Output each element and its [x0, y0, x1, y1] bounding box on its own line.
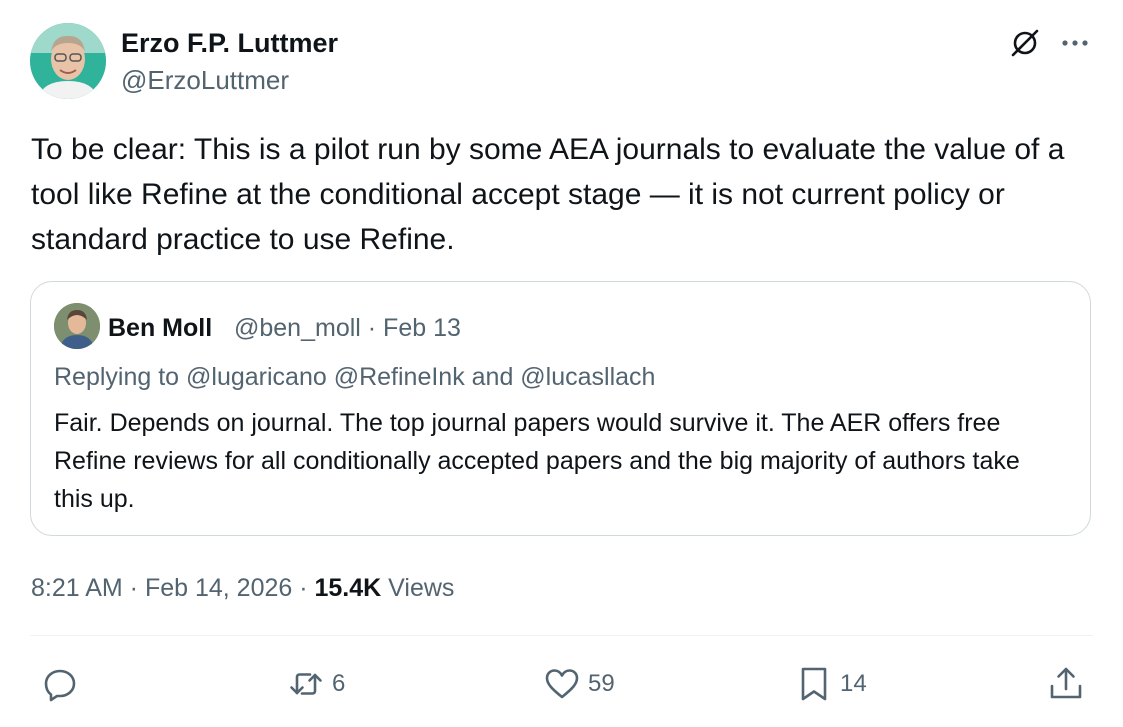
author-display-name[interactable]: Erzo F.P. Luttmer [121, 26, 338, 60]
retweet-icon [286, 664, 326, 704]
retweet-button[interactable]: 6 [286, 662, 345, 706]
like-count: 59 [588, 670, 615, 697]
tweet-metadata: 8:21 AM · Feb 14, 2026 · 15.4K Views [31, 571, 454, 605]
share-icon [1046, 664, 1086, 704]
views-label: Views [381, 574, 455, 602]
tweet-text: To be clear: This is a pilot run by some… [31, 133, 1065, 256]
tweet: Erzo F.P. Luttmer @ErzoLuttmer To be cle… [0, 0, 1123, 727]
more-options-button[interactable] [1056, 24, 1094, 62]
bookmark-count: 14 [840, 670, 867, 697]
more-options-icon [1060, 38, 1090, 48]
author-avatar[interactable] [30, 23, 106, 99]
divider [30, 635, 1093, 636]
like-button[interactable]: 59 [542, 662, 615, 706]
reply-button[interactable] [40, 662, 86, 706]
share-button[interactable] [1046, 662, 1086, 706]
grok-icon [1008, 26, 1042, 60]
quoted-replying-to: Replying to @lugaricano @RefineInk and @… [54, 363, 656, 391]
reply-icon [40, 664, 80, 704]
quoted-author-meta: @ben_moll · Feb 13 [234, 314, 461, 342]
quoted-tweet[interactable]: Ben Moll @ben_moll · Feb 13 Replying to … [30, 281, 1091, 536]
grok-button[interactable] [1006, 24, 1044, 62]
bookmark-icon [794, 664, 834, 704]
quoted-tweet-text: Fair. Depends on journal. The top journa… [54, 409, 1020, 513]
author-handle[interactable]: @ErzoLuttmer [121, 64, 289, 96]
quoted-author-name[interactable]: Ben Moll [108, 312, 212, 344]
tweet-timestamp[interactable]: 8:21 AM · Feb 14, 2026 · [31, 574, 315, 602]
retweet-count: 6 [332, 670, 346, 697]
heart-icon [542, 664, 582, 704]
bookmark-button[interactable]: 14 [794, 662, 867, 706]
views-count: 15.4K [314, 574, 382, 602]
quoted-author-avatar[interactable] [54, 303, 100, 349]
